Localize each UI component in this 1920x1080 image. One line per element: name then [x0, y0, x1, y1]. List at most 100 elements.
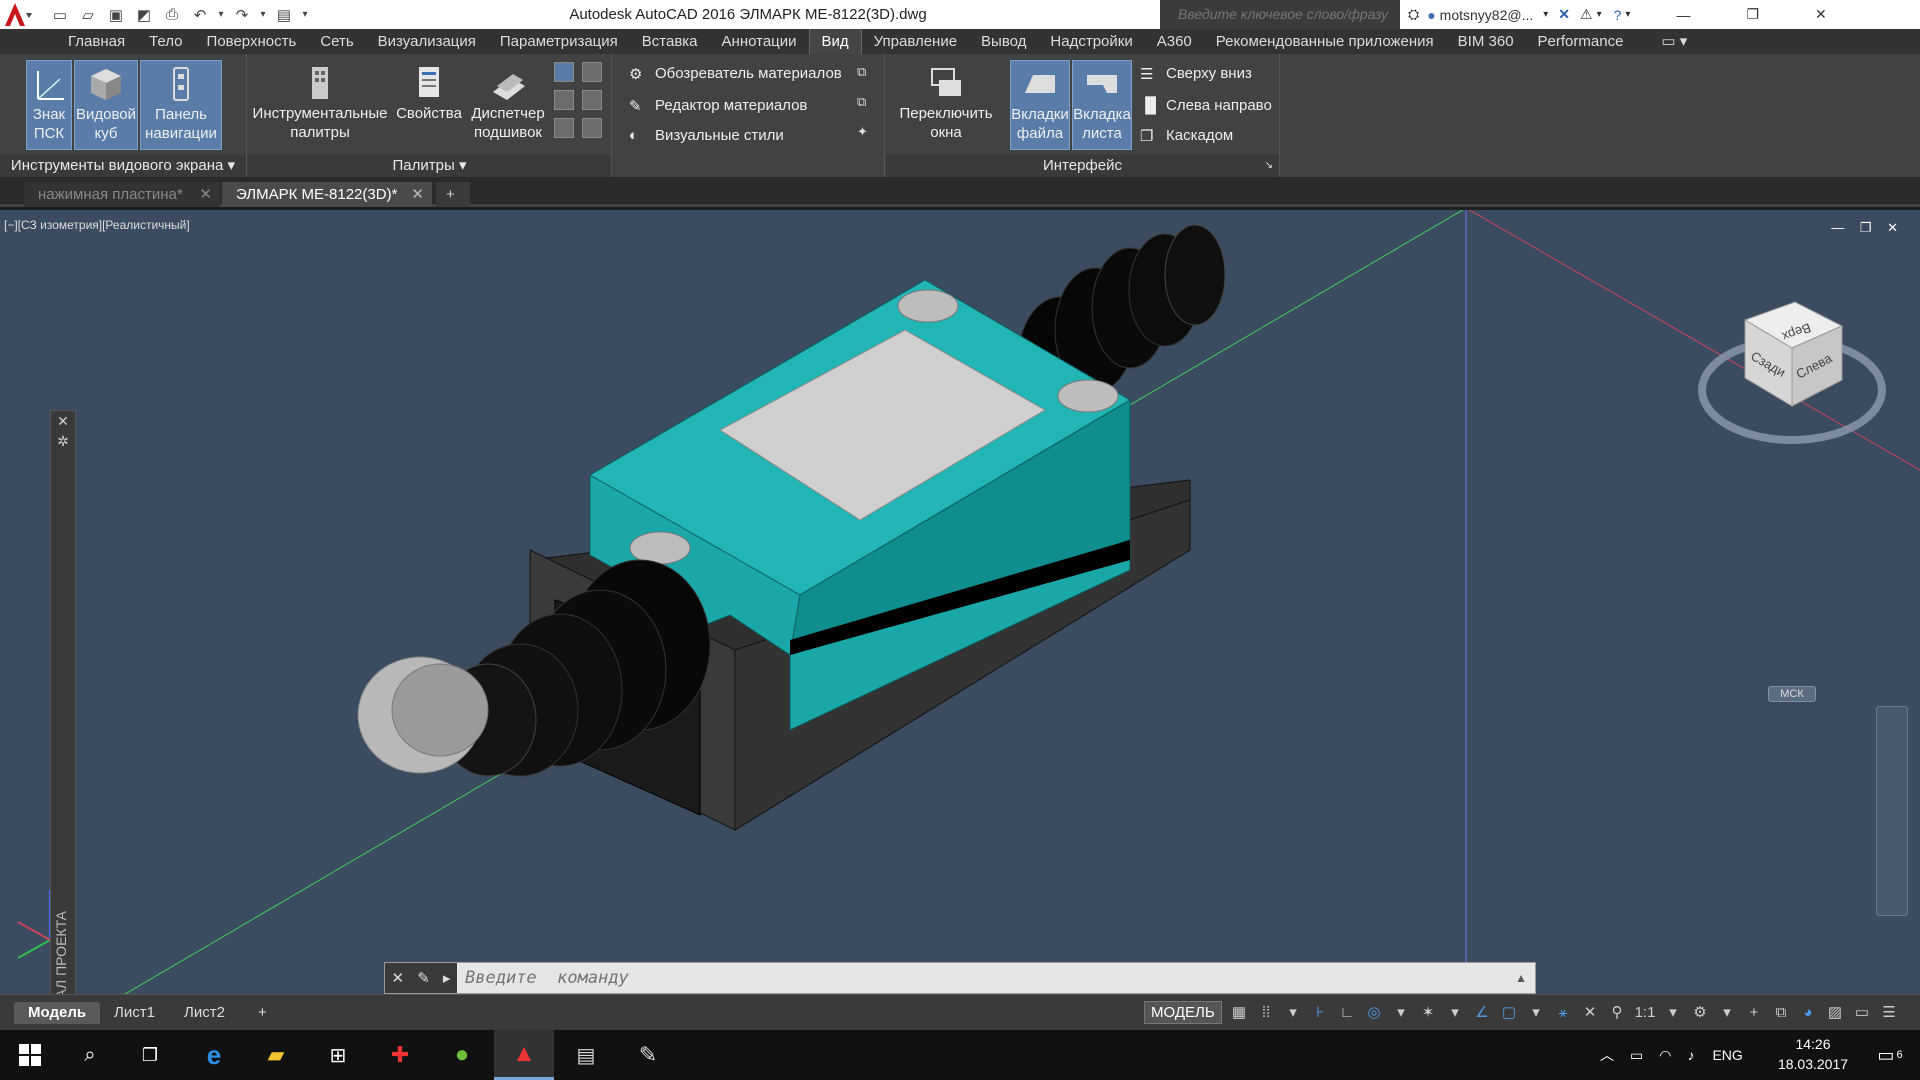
small-tool-icon-1[interactable]: ⧉	[857, 64, 877, 84]
task-view-icon[interactable]: ❐	[120, 1030, 180, 1080]
small-tool-icon-3[interactable]: ✦	[857, 124, 877, 144]
autocad-logo-button[interactable]	[0, 0, 46, 29]
navigation-bar[interactable]	[1876, 706, 1908, 916]
chevron-down-icon[interactable]: ▾	[1525, 1001, 1547, 1023]
notifications-icon[interactable]: ▭ 6	[1860, 1030, 1920, 1080]
doc-tab-1[interactable]: нажимная пластина* ✕	[24, 182, 220, 207]
ortho-icon[interactable]: ∟	[1336, 1001, 1358, 1023]
language-indicator[interactable]: ENG	[1712, 1047, 1742, 1063]
annotation-scale-icon[interactable]: ⚲	[1606, 1001, 1628, 1023]
palette-small-icon-3[interactable]	[554, 90, 574, 110]
search-icon[interactable]: ⌕	[60, 1030, 120, 1080]
dynamic-input-icon[interactable]: ⊦	[1309, 1001, 1331, 1023]
close-icon[interactable]: ✕	[199, 182, 212, 207]
tab-bim360[interactable]: BIM 360	[1446, 29, 1526, 54]
customize-qat-icon[interactable]: ▾	[298, 3, 312, 27]
palette-small-icon-4[interactable]	[582, 90, 602, 110]
scale-label[interactable]: 1:1	[1633, 1001, 1657, 1023]
viewcube[interactable]	[1698, 301, 1886, 444]
undo-icon[interactable]: ↶	[186, 3, 214, 27]
layout-tab-sheet2[interactable]: Лист2	[170, 1002, 239, 1024]
annotation-visibility-icon[interactable]: ⚹	[1552, 1001, 1574, 1023]
wcs-menu[interactable]: МСК	[1768, 686, 1816, 702]
command-input[interactable]	[457, 963, 1516, 993]
chevron-down-icon[interactable]: ▾	[1390, 1001, 1412, 1023]
tab-output[interactable]: Вывод	[969, 29, 1038, 54]
cascade-item[interactable]: ❐ Каскадом	[1140, 124, 1233, 146]
chevron-down-icon[interactable]: ▾	[1662, 1001, 1684, 1023]
dialog-launcher-icon[interactable]: ↘	[1265, 155, 1273, 177]
chevron-down-icon[interactable]: ▾	[1625, 9, 1630, 20]
user-icon[interactable]: ●	[1427, 7, 1435, 23]
switch-windows-button[interactable]: Переключить окна	[896, 60, 996, 150]
redo-dropdown-icon[interactable]: ▾	[256, 3, 270, 27]
undo-dropdown-icon[interactable]: ▾	[214, 3, 228, 27]
a360-icon[interactable]: ⚠	[1580, 6, 1593, 23]
volume-icon[interactable]: ♪	[1687, 1047, 1694, 1063]
object-snap-icon[interactable]: ▢	[1498, 1001, 1520, 1023]
tab-annotate[interactable]: Аннотации	[710, 29, 809, 54]
viewcube-button[interactable]: Видовой куб	[74, 60, 138, 150]
workspace-gear-icon[interactable]: ⚙	[1689, 1001, 1711, 1023]
tab-visualize[interactable]: Визуализация	[366, 29, 488, 54]
tab-featured-apps[interactable]: Рекомендованные приложения	[1204, 29, 1446, 54]
panel-label-palettes[interactable]: Палитры ▾	[248, 155, 611, 177]
command-prompt-icon[interactable]: ▸	[443, 969, 451, 987]
tab-view[interactable]: Вид	[808, 29, 862, 54]
materials-editor-item[interactable]: ✎ Редактор материалов	[629, 94, 807, 116]
help-icon[interactable]: ?	[1614, 7, 1622, 23]
chevron-down-icon[interactable]: ▾	[1282, 1001, 1304, 1023]
store-icon[interactable]: ⊞	[308, 1030, 368, 1080]
chevron-down-icon[interactable]: ▾	[1444, 1001, 1466, 1023]
plus-icon[interactable]: +	[1743, 1001, 1765, 1023]
close-icon[interactable]: ✕	[51, 413, 75, 430]
binoculars-icon[interactable]: ⛭	[1408, 6, 1419, 23]
new-file-icon[interactable]: ▭	[46, 3, 74, 27]
battery-icon[interactable]: ▭	[1630, 1047, 1643, 1064]
user-name[interactable]: motsnyy82@...	[1440, 7, 1534, 23]
visual-styles-item[interactable]: ◐ Визуальные стили	[629, 124, 784, 146]
print-icon[interactable]: ⎙	[158, 3, 186, 27]
doc-tab-2[interactable]: ЭЛМАРК МЕ-8122(3D)* ✕	[222, 182, 432, 207]
chevron-down-icon[interactable]: ▾	[1716, 1001, 1738, 1023]
gift-app-icon[interactable]: ✚	[370, 1030, 430, 1080]
polar-icon[interactable]: ◎	[1363, 1001, 1385, 1023]
grid-icon[interactable]: ▦	[1228, 1001, 1250, 1023]
tab-a360[interactable]: А360	[1145, 29, 1204, 54]
panel-label-viewport-tools[interactable]: Инструменты видового экрана ▾	[0, 155, 246, 177]
palette-small-icon-6[interactable]	[582, 118, 602, 138]
chevron-up-icon[interactable]: ︿	[1600, 1045, 1614, 1065]
save-as-icon[interactable]: ◩	[130, 3, 158, 27]
tab-manage[interactable]: Управление	[862, 29, 969, 54]
palette-small-icon-5[interactable]	[554, 118, 574, 138]
tab-addins[interactable]: Надстройки	[1038, 29, 1144, 54]
hardware-acceleration-icon[interactable]: ◕	[1797, 1001, 1819, 1023]
clean-screen-icon[interactable]: ▨	[1824, 1001, 1846, 1023]
tab-performance[interactable]: Performance	[1526, 29, 1636, 54]
tile-vertical-item[interactable]: ▐▌ Слева направо	[1140, 94, 1272, 116]
layout-tabs-button[interactable]: Вкладка листа	[1072, 60, 1132, 150]
utorrent-icon[interactable]: ●	[432, 1030, 492, 1080]
tab-surface[interactable]: Поверхность	[195, 29, 309, 54]
ribbon-toggle-icon[interactable]: ▭ ▾	[1649, 29, 1699, 54]
wifi-icon[interactable]: ◠	[1659, 1047, 1671, 1064]
add-layout-button[interactable]: +	[244, 1002, 281, 1024]
clock[interactable]: 14:26 18.03.2017	[1768, 1034, 1858, 1074]
paint-icon[interactable]: ✎	[618, 1030, 678, 1080]
project-channel-panel[interactable]: ✕ ✲ КАНАЛ ПРОЕКТА	[50, 410, 76, 1000]
open-folder-icon[interactable]: ▱	[74, 3, 102, 27]
tab-solid[interactable]: Тело	[137, 29, 194, 54]
search-input[interactable]	[1160, 0, 1400, 29]
auto-scale-icon[interactable]: ✕	[1579, 1001, 1601, 1023]
exchange-icon[interactable]: ✕	[1558, 6, 1570, 23]
dwg-viewer-icon[interactable]: ▤	[556, 1030, 616, 1080]
navbar-button[interactable]: Панель навигации	[140, 60, 222, 150]
palette-small-icon-1[interactable]	[554, 62, 574, 82]
chevron-up-icon[interactable]: ▲	[1515, 971, 1527, 985]
tile-horizontal-item[interactable]: ☰ Сверху вниз	[1140, 62, 1252, 84]
layout-icon[interactable]: ▭	[1851, 1001, 1873, 1023]
palette-small-icon-2[interactable]	[582, 62, 602, 82]
chevron-down-icon[interactable]: ▾	[1543, 9, 1548, 20]
plot-icon[interactable]: ▤	[270, 3, 298, 27]
file-explorer-icon[interactable]: ▰	[246, 1030, 306, 1080]
